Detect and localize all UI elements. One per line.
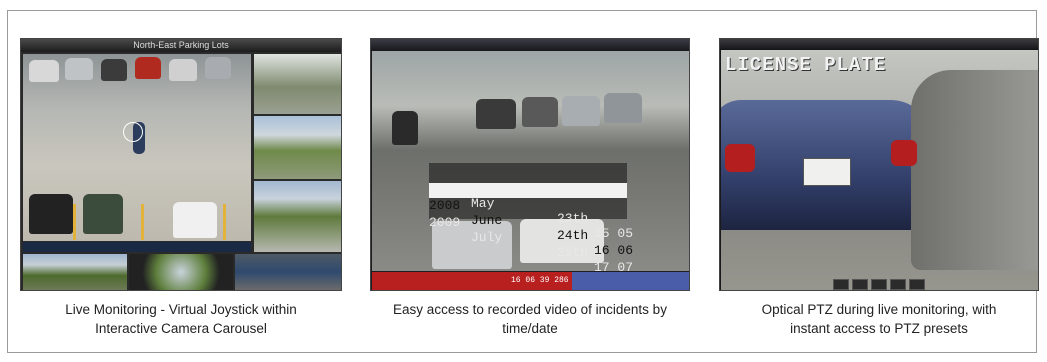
ptz-screenshot: LICENSE PLATE <box>719 38 1039 291</box>
caption-line: Interactive Camera Carousel <box>95 321 267 336</box>
date-day: 25th <box>557 245 589 260</box>
timecode-readout: 16 06 39 286 <box>511 276 569 285</box>
recorded-video-view: 2007 May 23th 15 05 2008 June 24th 16 06… <box>372 51 689 275</box>
camera-thumb-2[interactable] <box>254 116 341 179</box>
overlay-title: LICENSE PLATE <box>725 54 887 76</box>
main-camera-view[interactable] <box>23 54 251 241</box>
camera-thumb-5[interactable] <box>129 254 233 290</box>
caption-line: Live Monitoring - Virtual Joystick withi… <box>65 302 297 317</box>
ptz-button[interactable] <box>909 279 925 290</box>
caption-live-monitoring: Live Monitoring - Virtual Joystick withi… <box>20 300 342 338</box>
ptz-button[interactable] <box>890 279 906 290</box>
tail-light <box>725 144 755 172</box>
caption-line: time/date <box>502 321 558 336</box>
license-plate <box>803 158 851 186</box>
ptz-camera-view[interactable]: LICENSE PLATE <box>721 50 1038 290</box>
playback-controls[interactable] <box>23 242 251 252</box>
ptz-controls[interactable] <box>833 279 925 290</box>
caption-line: Optical PTZ during live monitoring, with <box>761 302 997 317</box>
date-row-selected[interactable]: 2008 June 24th 16 06 <box>429 183 633 258</box>
menu-bar[interactable] <box>720 39 1038 50</box>
tail-light <box>891 140 917 166</box>
timeline-range[interactable] <box>572 272 689 290</box>
menu-bar[interactable] <box>371 39 689 51</box>
camera-thumb-1[interactable] <box>254 54 341 114</box>
caption-line: Easy access to recorded video of inciden… <box>393 302 667 317</box>
camera-thumb-6[interactable] <box>235 254 341 290</box>
window-title: North-East Parking Lots <box>21 39 341 52</box>
ptz-button[interactable] <box>871 279 887 290</box>
camera-thumb-3[interactable] <box>254 181 341 252</box>
caption-ptz: Optical PTZ during live monitoring, with… <box>719 300 1039 338</box>
live-monitoring-screenshot: North-East Parking Lots <box>20 38 342 291</box>
date-row-prev[interactable]: 2007 May 23th 15 05 <box>429 166 633 241</box>
parked-car-gray <box>911 70 1038 270</box>
date-day: 24th <box>557 228 589 243</box>
date-year: 2009 <box>429 215 461 230</box>
date-month: July <box>471 230 503 245</box>
ptz-button[interactable] <box>833 279 849 290</box>
playback-screenshot: 2007 May 23th 15 05 2008 June 24th 16 06… <box>370 38 690 291</box>
date-time: 16 06 <box>594 243 634 258</box>
virtual-joystick[interactable] <box>123 122 143 142</box>
date-time: 15 05 <box>594 226 634 241</box>
date-row-next[interactable]: 2009 July 25th 17 07 <box>429 200 633 275</box>
ptz-button[interactable] <box>852 279 868 290</box>
camera-thumb-4[interactable] <box>23 254 127 290</box>
caption-playback: Easy access to recorded video of inciden… <box>370 300 690 338</box>
caption-line: instant access to PTZ presets <box>790 321 968 336</box>
